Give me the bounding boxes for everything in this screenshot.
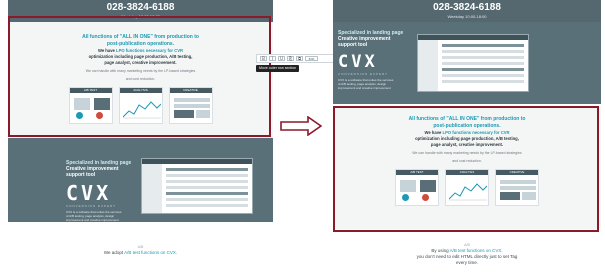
cvx-logo: CVX <box>338 52 378 72</box>
selected-section-outline <box>333 106 599 232</box>
cvx-logo: CVX <box>66 181 112 205</box>
arrow-right-icon <box>280 116 322 136</box>
duplicate-icon[interactable]: ⧉ <box>296 56 303 61</box>
after-preview-panel: 028-3824-6188 Weekday 10:00-18:00 Specia… <box>333 0 601 277</box>
cvx-line3: support tool <box>338 42 368 48</box>
before-preview-panel: 028-3824-6188 Weekday 10:00-18:00 All fu… <box>8 0 273 277</box>
cvx-tagline: CONVERSION EXPERT <box>66 204 116 208</box>
contact-header: 028-3824-6188 Weekday 10:00-18:00 <box>333 0 601 22</box>
bottom-copy: A/B We adopt A/B test functions on CVX. <box>8 245 273 256</box>
copy-icon[interactable]: ⎘ <box>287 56 294 61</box>
cvx-desc3: improvement and creative improvement <box>338 86 391 90</box>
italic-icon[interactable]: I <box>269 56 276 61</box>
cvx-tagline: CONVERSION EXPERT <box>338 72 388 76</box>
cvx-desc3: improvement and creative improvement <box>66 218 119 222</box>
bottom-highlight: A/B test functions on CVX. <box>124 250 178 255</box>
cvx-section[interactable]: Specialized in landing page Creative imp… <box>333 22 601 104</box>
selected-section-outline <box>8 16 271 137</box>
bottom-line: We adopt A/B test functions on CVX. <box>8 250 273 256</box>
cvx-section[interactable]: Specialized in landing page Creative imp… <box>8 138 273 222</box>
cvx-screenshot <box>141 158 253 214</box>
bottom-prefix: By using <box>431 248 450 253</box>
phone-number[interactable]: 028-3824-6188 <box>333 0 601 14</box>
move-section-tooltip: Move outer row section <box>256 65 300 72</box>
cvx-line3: support tool <box>66 172 96 178</box>
bottom-prefix: We adopt <box>103 250 125 255</box>
cvx-screenshot <box>417 34 529 92</box>
bold-icon[interactable]: B <box>260 56 267 61</box>
bottom-copy: A/B By using A/B test functions on CVX, … <box>333 243 601 266</box>
underline-icon[interactable]: U <box>278 56 285 61</box>
bottom-highlight: A/B test functions on CVX, <box>449 248 503 253</box>
edit-button[interactable]: Edit <box>305 56 318 61</box>
bottom-line3: every time. <box>455 260 478 265</box>
business-hours: Weekday 10:00-18:00 <box>447 14 487 19</box>
phone-number[interactable]: 028-3824-6188 <box>8 0 273 14</box>
